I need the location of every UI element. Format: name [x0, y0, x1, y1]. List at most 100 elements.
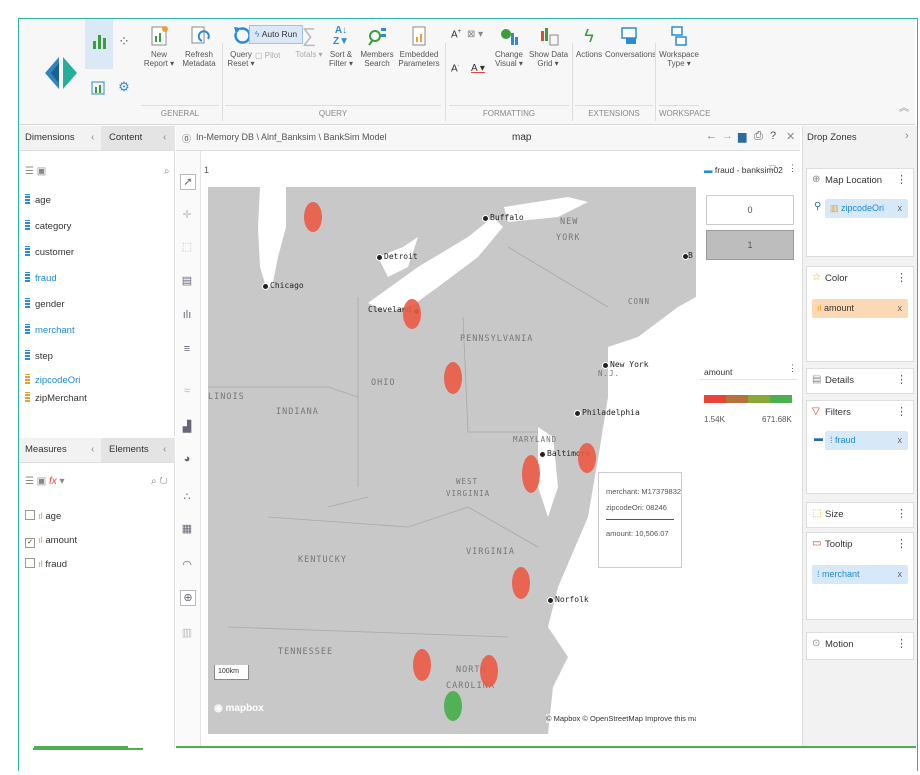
dimension-item-zipmerchant[interactable]: zipMerchant — [25, 392, 87, 406]
tab-measures[interactable]: Measures — [25, 438, 67, 462]
fraud-value-0[interactable]: 0 — [706, 195, 794, 225]
text-box-icon[interactable]: ⊠ ▾ — [467, 29, 483, 40]
measures-toolbar-icon[interactable]: ☰ ▣ fx ▾ — [25, 476, 65, 487]
checkbox-checked-icon[interactable]: ✓ — [25, 538, 35, 548]
totals-button[interactable]: ∑ Totals ▾ — [289, 25, 329, 59]
more-options-icon[interactable]: ⋮ — [896, 405, 907, 418]
drop-zone-tooltip[interactable]: ▭ Tooltip ⋮ ⁞ merchant x — [806, 532, 914, 620]
tab-dimensions[interactable]: Dimensions — [25, 126, 75, 150]
embedded-parameters-button[interactable]: Embedded Parameters — [397, 25, 441, 68]
chevron-left-icon[interactable]: ‹ — [163, 438, 166, 462]
dimension-item-zipcodeori[interactable]: zipcodeOri — [25, 374, 80, 388]
remove-icon[interactable]: x — [898, 299, 903, 318]
dimension-item-step[interactable]: step — [25, 350, 53, 364]
bar-chart-icon[interactable]: ılı — [180, 308, 194, 322]
line-chart-icon[interactable]: ≈ — [180, 384, 194, 398]
more-options-icon[interactable]: ⋮ — [896, 173, 907, 186]
new-report-button[interactable]: New Report ▾ — [141, 25, 177, 68]
remove-icon[interactable]: x — [898, 431, 903, 450]
chevron-left-icon[interactable]: ‹ — [163, 126, 166, 150]
dimension-item-merchant[interactable]: merchant — [25, 324, 75, 338]
gauge-chart-icon[interactable]: ◠ — [180, 558, 194, 572]
fraud-value-1[interactable]: 1 — [706, 230, 794, 260]
map-data-bubble[interactable] — [480, 655, 498, 687]
list-view-icon[interactable]: ☰ ▣ — [25, 166, 46, 177]
map-data-bubble[interactable] — [413, 649, 431, 681]
map-data-bubble[interactable] — [512, 567, 530, 599]
breadcrumb[interactable]: In-Memory DB \ Alnf_Banksim \ BankSim Mo… — [196, 132, 387, 142]
search-refresh-icon[interactable]: ⌕ ↻ — [151, 476, 168, 487]
change-visual-button[interactable]: Change Visual ▾ — [489, 25, 529, 68]
column-chart-icon[interactable]: ▟ — [180, 420, 194, 434]
dimension-item-age[interactable]: age — [25, 194, 51, 208]
more-options-icon[interactable]: ⋮ — [896, 373, 907, 386]
map-canvas[interactable]: NEW YORK PENNSYLVANIA OHIO INDIANA LINOI… — [208, 187, 696, 734]
map-data-bubble[interactable] — [403, 299, 421, 329]
field-chip-amount[interactable]: ıl amount x — [812, 299, 908, 318]
refresh-metadata-button[interactable]: Refresh Metadata — [179, 25, 219, 68]
pointer-tool-icon[interactable]: ➚ — [180, 174, 196, 190]
redo-arrow-icon[interactable]: → — [722, 130, 733, 142]
save-icon[interactable]: ▆ — [738, 130, 746, 143]
remove-icon[interactable]: x — [898, 199, 903, 218]
drop-zone-motion[interactable]: ⊙ Motion ⋮ — [806, 632, 914, 660]
more-options-icon[interactable]: ⋮ — [788, 363, 797, 374]
workspace-type-button[interactable]: Workspace Type ▾ — [659, 25, 699, 68]
measure-item-age[interactable]: ıl age — [25, 510, 61, 524]
field-chip-zipcodeori[interactable]: ▥ zipcodeOri x — [825, 199, 908, 218]
help-icon[interactable]: ? — [770, 130, 776, 142]
more-options-icon[interactable]: ⋮ — [896, 271, 907, 284]
drop-zone-map-location[interactable]: ⊕ Map Location ⋮ ⚲ ▥ zipcodeOri x — [806, 168, 914, 257]
chevron-left-icon[interactable]: ‹ — [91, 438, 94, 462]
actions-button[interactable]: ϟ Actions — [575, 25, 603, 59]
crosshair-icon[interactable]: ⁘ — [115, 33, 133, 51]
dimension-item-customer[interactable]: customer — [25, 246, 74, 260]
crosshair-tool-icon[interactable]: ✛ — [180, 208, 194, 222]
print-icon[interactable]: ⎙ — [754, 130, 763, 143]
list-chart-icon[interactable]: ≡ — [180, 342, 194, 356]
chevron-right-icon[interactable]: › — [905, 130, 909, 142]
heatmap-chart-icon[interactable]: ▥ — [180, 626, 194, 640]
chart-view-button[interactable] — [85, 19, 113, 69]
table-view-icon[interactable]: ▤ — [180, 274, 194, 288]
show-data-grid-button[interactable]: Show Data Grid ▾ — [529, 25, 568, 68]
field-chip-merchant[interactable]: ⁞ merchant x — [812, 565, 908, 584]
underline-color-icon[interactable]: A ▾ — [471, 63, 485, 74]
sort-filter-button[interactable]: A↓ Z▼ Sort & Filter ▾ — [325, 25, 357, 68]
checkbox-unchecked-icon[interactable] — [25, 558, 35, 568]
select-tool-icon[interactable]: ⬚ — [180, 240, 194, 254]
drop-zone-color[interactable]: ☆ Color ⋮ ıl amount x — [806, 266, 914, 362]
field-chip-fraud[interactable]: ⁞ fraud x — [825, 431, 908, 450]
mapbox-logo[interactable]: ◉ mapbox — [214, 703, 264, 714]
map-data-bubble[interactable] — [522, 455, 540, 493]
dimension-item-gender[interactable]: gender — [25, 298, 65, 312]
measure-item-fraud[interactable]: ıl fraud — [25, 558, 67, 572]
more-options-icon[interactable]: ⋮ — [788, 163, 797, 174]
grid-chart-icon[interactable]: ▦ — [180, 522, 194, 536]
map-data-bubble[interactable] — [578, 443, 596, 473]
map-data-bubble[interactable] — [444, 362, 462, 394]
drop-zone-details[interactable]: ▤ Details ⋮ — [806, 368, 914, 394]
chart-small-icon[interactable] — [89, 79, 107, 97]
improve-map-link[interactable]: Improve this map — [645, 714, 696, 723]
font-color-icon[interactable]: A· — [451, 63, 460, 74]
dimension-item-category[interactable]: category — [25, 220, 71, 234]
pilot-button[interactable]: ▢ Pilot — [255, 51, 280, 60]
font-size-increase-icon[interactable]: A+ — [451, 29, 461, 40]
map-data-bubble[interactable] — [304, 202, 322, 232]
pie-chart-icon[interactable]: ◕ — [180, 452, 194, 466]
conversations-button[interactable]: Conversations — [605, 25, 656, 59]
measure-item-amount[interactable]: ✓ ıl amount — [25, 534, 77, 548]
map-chart-icon[interactable]: ⊕ — [180, 590, 196, 606]
settings-gear-icon[interactable]: ⚙ — [115, 79, 133, 97]
chevron-left-icon[interactable]: ‹ — [91, 126, 94, 150]
undo-arrow-icon[interactable]: ← — [706, 130, 717, 142]
members-search-button[interactable]: Members Search — [359, 25, 395, 68]
more-options-icon[interactable]: ⋮ — [896, 537, 907, 550]
drop-zone-filters[interactable]: ▽ Filters ⋮ ▬ ⁞ fraud x — [806, 400, 914, 494]
search-icon[interactable]: ⌕ — [164, 166, 170, 177]
more-options-icon[interactable]: ⋮ — [896, 637, 907, 650]
scatter-chart-icon[interactable]: ∴ — [180, 490, 194, 504]
more-options-icon[interactable]: ⋮ — [896, 507, 907, 520]
remove-icon[interactable]: x — [898, 565, 903, 584]
